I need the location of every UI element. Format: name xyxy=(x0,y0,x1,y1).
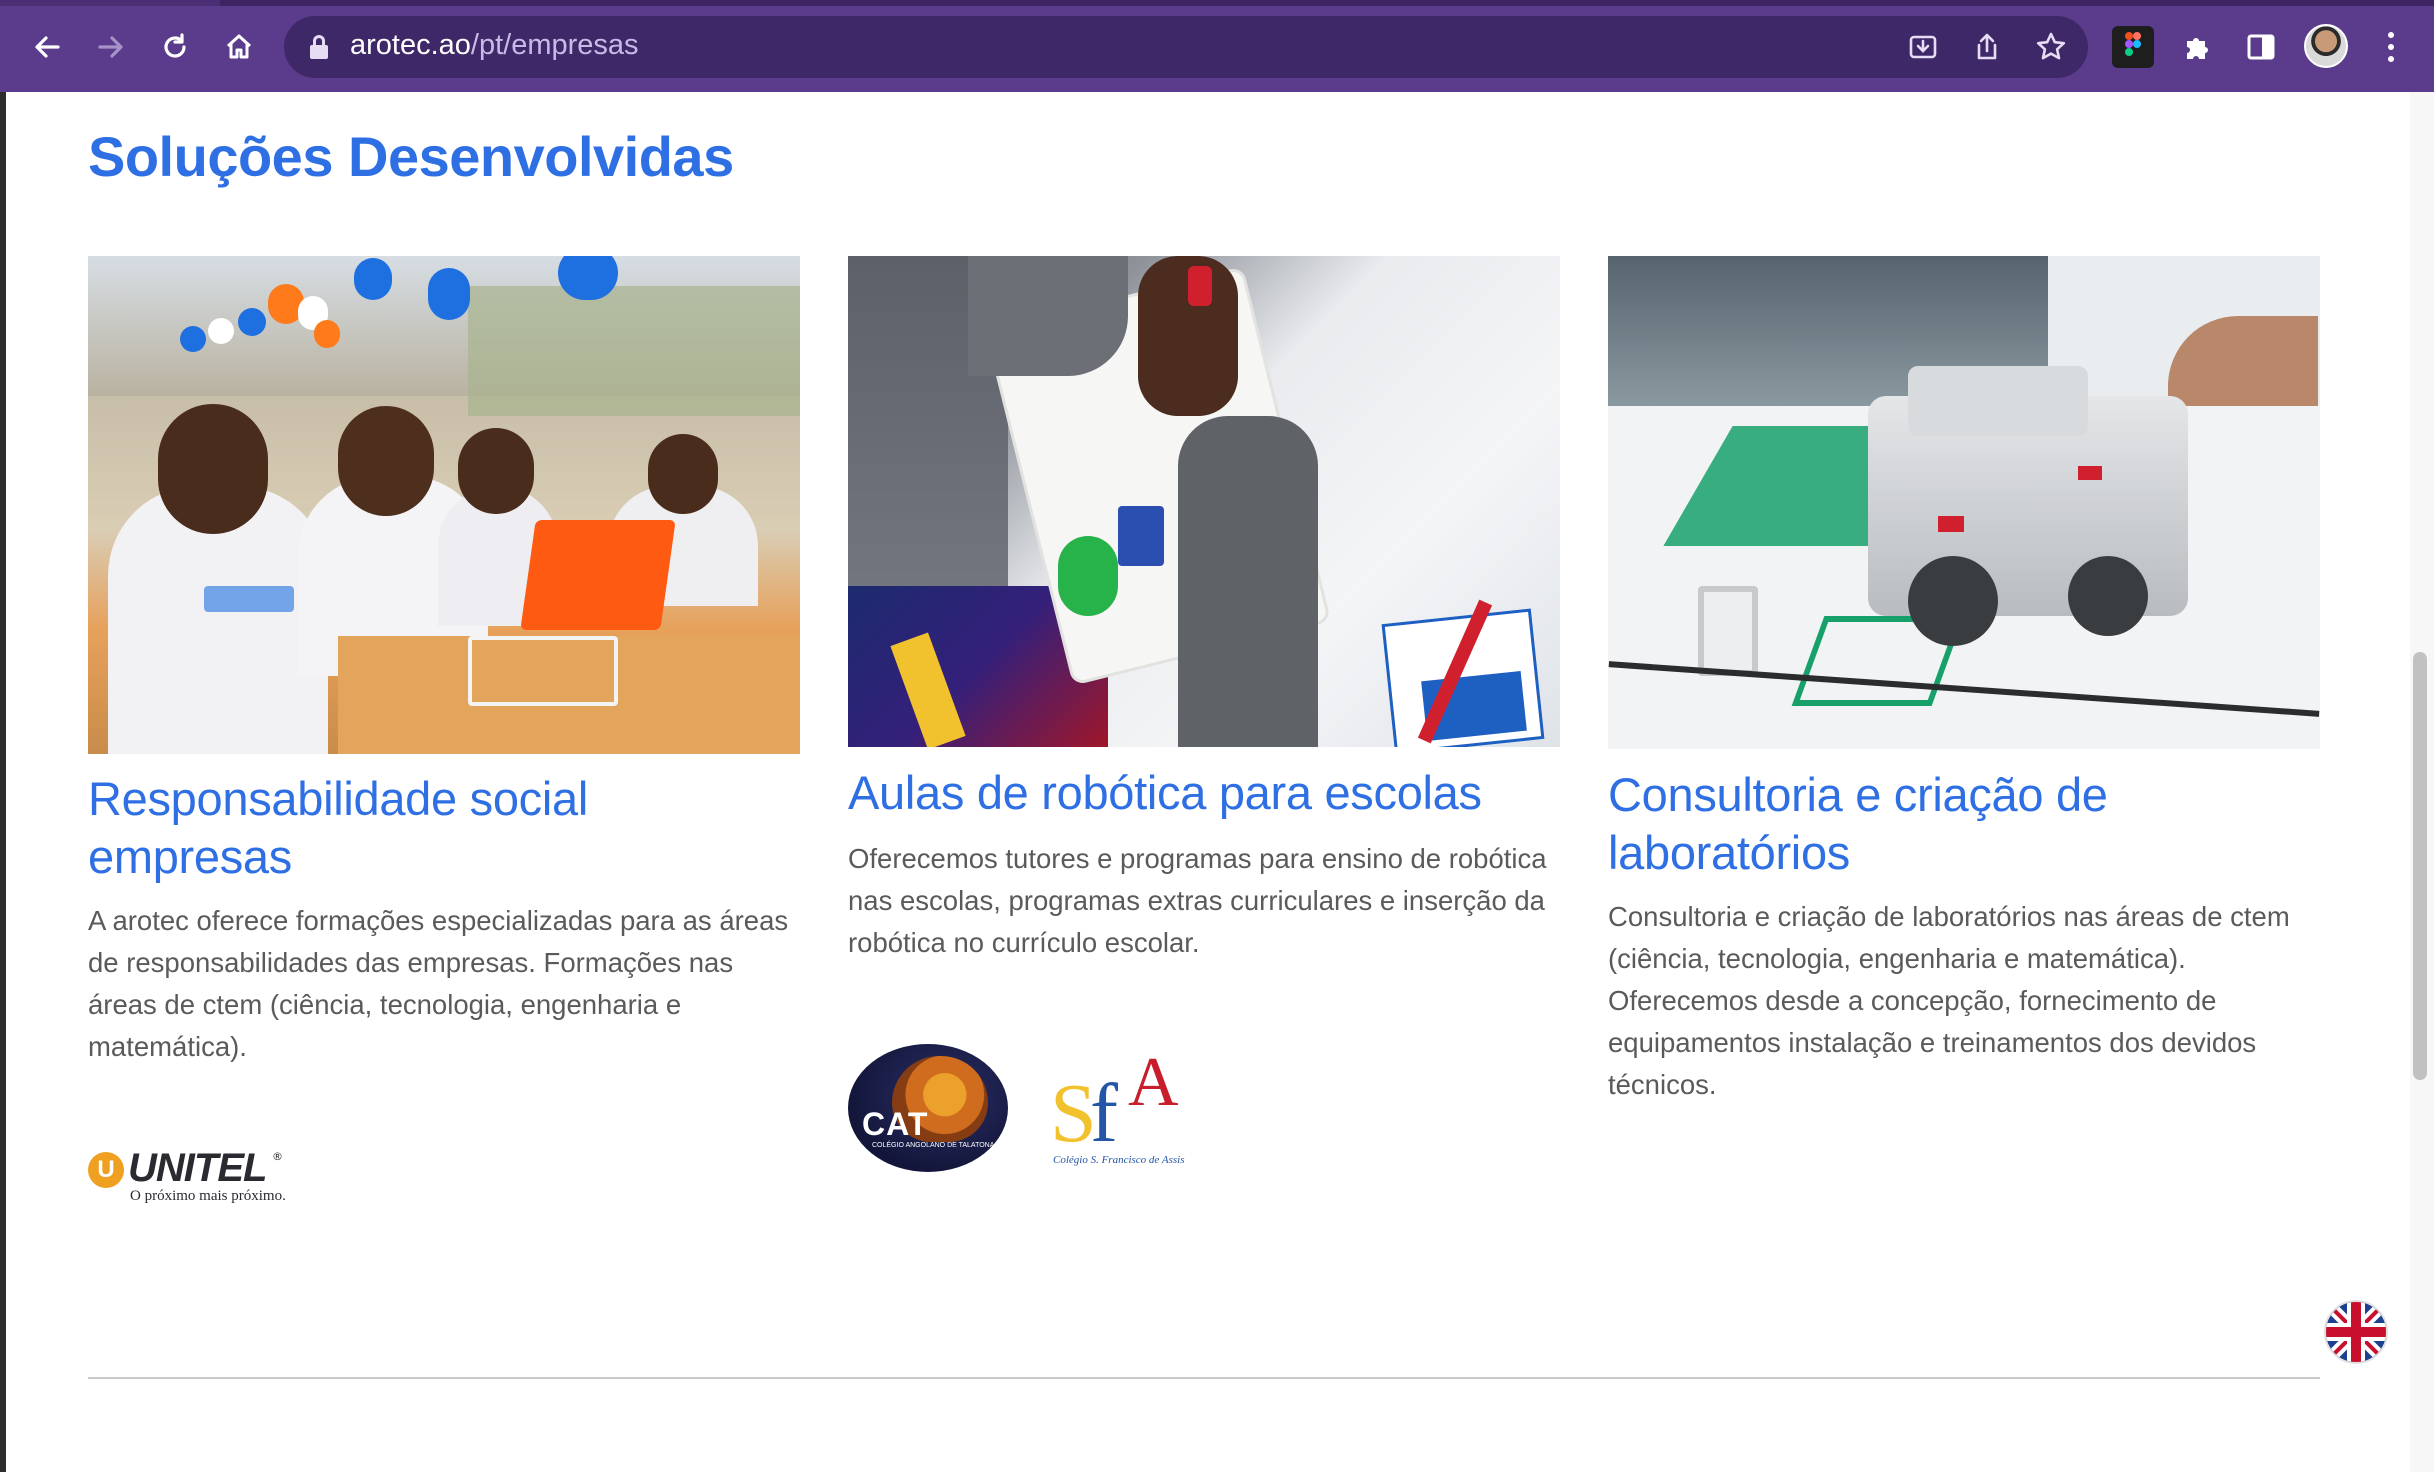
figma-extension-icon[interactable] xyxy=(2112,26,2154,68)
sfa-school-logo[interactable]: S f A Colégio S. Francisco de Assis xyxy=(1050,1048,1190,1172)
card-2-text-line: nas escolas, programas extras curricular… xyxy=(848,885,1545,916)
active-tab-edge[interactable] xyxy=(0,0,220,6)
scrollbar-thumb[interactable] xyxy=(2413,652,2427,1080)
card-2-description: Oferecemos tutores e programas para ensi… xyxy=(848,838,1547,964)
url-host: arotec.ao xyxy=(350,29,471,61)
card-3-text-line: Oferecemos desde a concepção, fornecimen… xyxy=(1608,985,2217,1016)
card-3-text-line: (ciência, tecnologia, engenharia e matem… xyxy=(1608,943,2186,974)
sfa-letter-f: f xyxy=(1090,1067,1118,1160)
registered-icon: ® xyxy=(272,1150,283,1163)
profile-avatar[interactable] xyxy=(2304,24,2348,68)
forward-button[interactable] xyxy=(86,22,136,72)
share-icon[interactable] xyxy=(1968,28,2006,66)
card-3-description: Consultoria e criação de laboratórios na… xyxy=(1608,896,2290,1106)
reload-button[interactable] xyxy=(150,22,200,72)
hands-building-robot-photo xyxy=(848,256,1560,747)
unitel-slogan: O próximo mais próximo. xyxy=(130,1188,286,1204)
card-1-text-line: matemática). xyxy=(88,1031,247,1062)
tab-strip xyxy=(0,0,2434,6)
footer-divider xyxy=(88,1377,2320,1379)
card-2-title-line-1: Aulas de robótica para escolas xyxy=(848,766,1482,819)
back-button[interactable] xyxy=(22,22,72,72)
card-3-text-line: técnicos. xyxy=(1608,1069,1717,1100)
lego-robot-photo xyxy=(1608,256,2320,749)
unitel-wordmark: UNITEL xyxy=(128,1146,267,1190)
browser-toolbar: arotec.ao/pt/empresas xyxy=(0,0,2434,92)
card-1-title[interactable]: Responsabilidade social empresas xyxy=(88,770,588,886)
card-3-title-line-2: laboratórios xyxy=(1608,826,1850,879)
unitel-logo[interactable]: U UNITEL ® O próximo mais próximo. xyxy=(88,1146,288,1206)
window-edge xyxy=(0,92,6,1472)
card-1-title-line-2: empresas xyxy=(88,830,292,883)
card-3-text-line: equipamentos instalação e treinamentos d… xyxy=(1608,1027,2257,1058)
home-button[interactable] xyxy=(214,22,264,72)
home-icon xyxy=(226,34,252,59)
students-with-laptops-photo xyxy=(88,256,800,754)
card-1-text-line: áreas de ctem (ciência, tecnologia, enge… xyxy=(88,989,682,1020)
install-app-icon[interactable] xyxy=(1904,28,1942,66)
card-3-title[interactable]: Consultoria e criação de laboratórios xyxy=(1608,766,2108,882)
sfa-logo-subtitle: Colégio S. Francisco de Assis xyxy=(1053,1154,1185,1166)
sfa-letter-a: A xyxy=(1128,1044,1179,1121)
reload-icon xyxy=(164,33,186,58)
card-3-text-line: Consultoria e criação de laboratórios na… xyxy=(1608,901,2290,932)
url-text[interactable]: arotec.ao/pt/empresas xyxy=(350,29,639,62)
card-1-description: A arotec oferece formações especializada… xyxy=(88,900,788,1068)
address-bar[interactable]: arotec.ao/pt/empresas xyxy=(284,16,2088,78)
card-2-title[interactable]: Aulas de robótica para escolas xyxy=(848,764,1482,822)
section-title: Soluções Desenvolvidas xyxy=(88,125,734,188)
card-2-text-line: Oferecemos tutores e programas para ensi… xyxy=(848,843,1547,874)
card-2-text-line: robótica no currículo escolar. xyxy=(848,927,1200,958)
lock-icon[interactable] xyxy=(310,35,328,59)
arrow-right-icon xyxy=(98,36,123,58)
unitel-mark: U xyxy=(88,1152,124,1188)
cat-school-logo[interactable]: CAT COLÉGIO ANGOLANO DE TALATONA xyxy=(848,1044,1008,1172)
browser-menu-icon[interactable] xyxy=(2376,26,2406,68)
star-icon[interactable] xyxy=(2032,28,2070,66)
card-1-text-line: de responsabilidades das empresas. Forma… xyxy=(88,947,734,978)
cat-logo-subtitle: COLÉGIO ANGOLANO DE TALATONA xyxy=(872,1142,995,1149)
arrow-left-icon xyxy=(35,36,60,58)
url-path: /pt/empresas xyxy=(470,29,639,61)
card-3-title-line-1: Consultoria e criação de xyxy=(1608,768,2108,821)
cat-logo-text: CAT xyxy=(862,1106,929,1142)
uk-flag-icon[interactable] xyxy=(2324,1300,2388,1364)
side-panel-icon[interactable] xyxy=(2240,26,2282,68)
extensions-puzzle-icon[interactable] xyxy=(2176,26,2218,68)
card-1-title-line-1: Responsabilidade social xyxy=(88,772,588,825)
card-1-text-line: A arotec oferece formações especializada… xyxy=(88,905,789,936)
